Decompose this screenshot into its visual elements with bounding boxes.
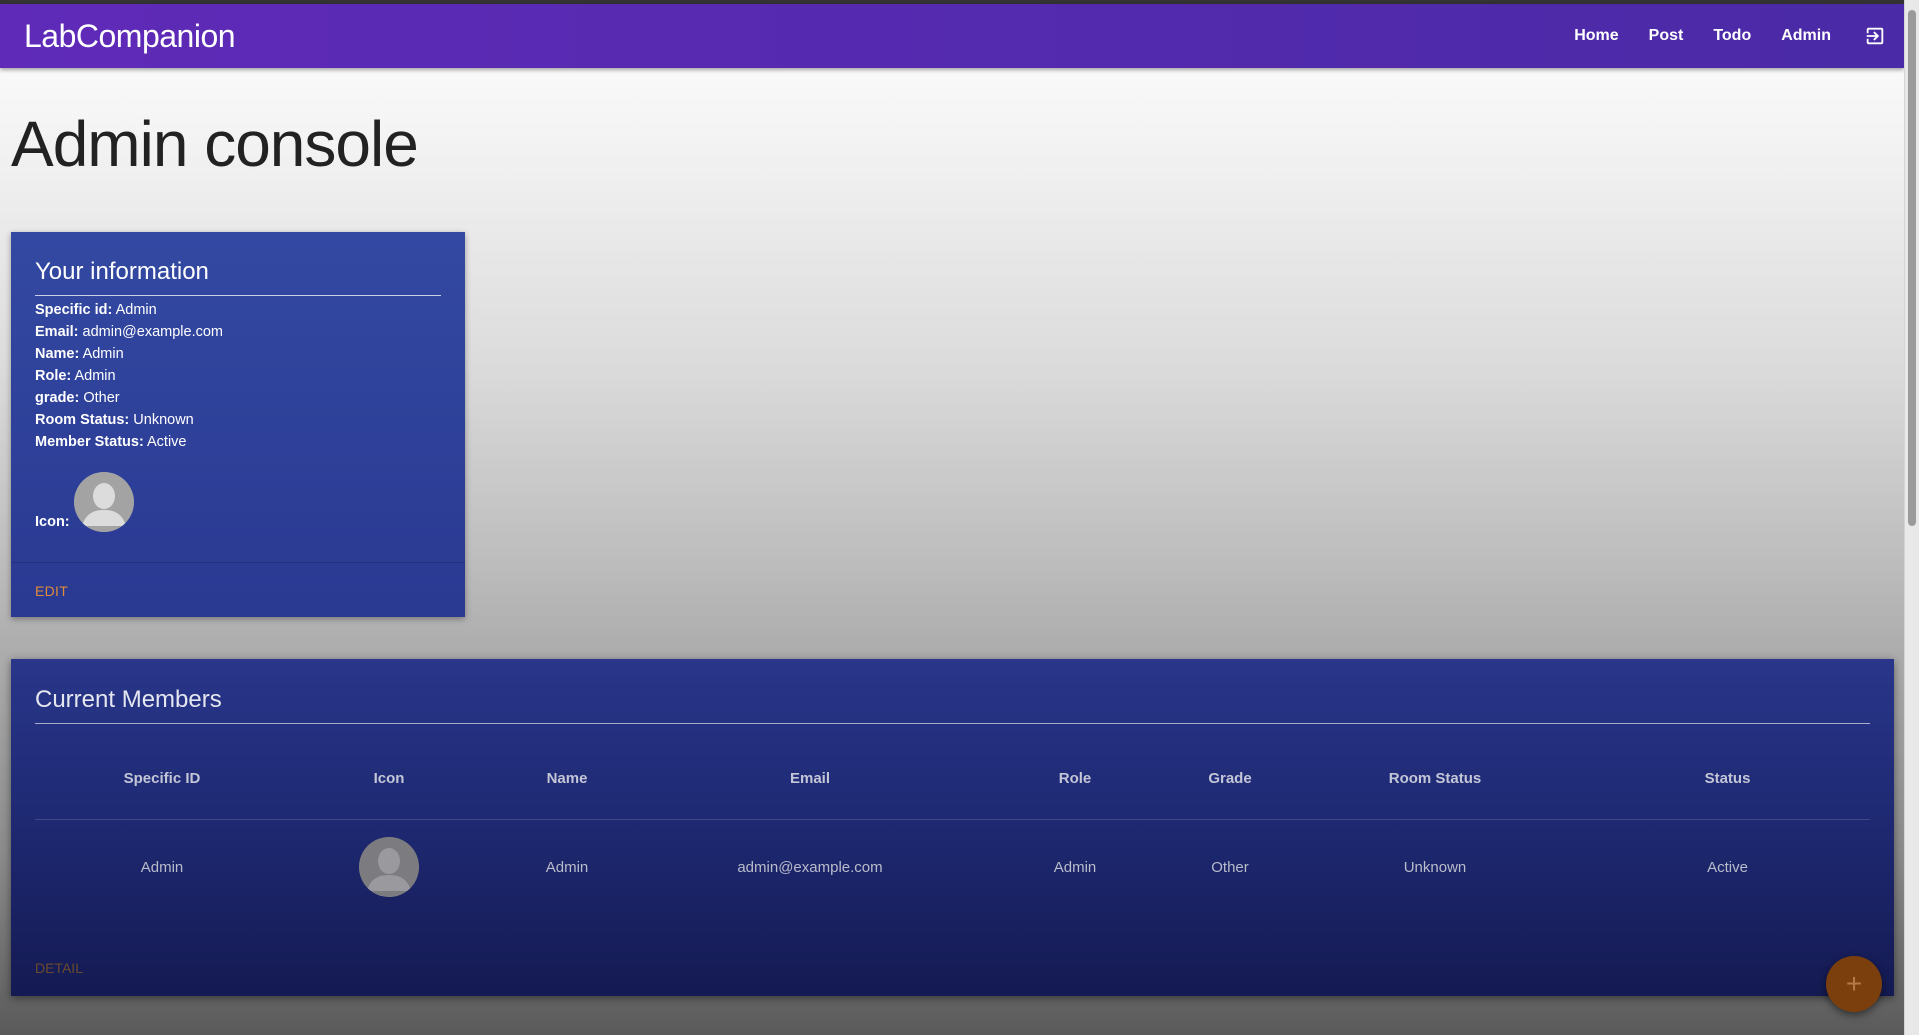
- plus-icon: +: [1845, 968, 1863, 999]
- info-row-member-status: Member Status: Active: [35, 434, 187, 450]
- col-header-icon[interactable]: Icon: [289, 739, 489, 820]
- logout-icon: [1866, 27, 1884, 45]
- card-divider: [35, 295, 441, 296]
- info-row-role: Role: Admin: [35, 368, 116, 384]
- nav-link-post[interactable]: Post: [1634, 27, 1699, 45]
- page-scrollbar[interactable]: [1904, 0, 1919, 1035]
- nav-links: Home Post Todo Admin: [1559, 4, 1904, 68]
- current-members-card: Current Members Specific ID Icon Name Em…: [11, 659, 1894, 996]
- card-actions: EDIT: [11, 562, 465, 617]
- nav-link-admin[interactable]: Admin: [1766, 27, 1846, 45]
- info-row-name: Name: Admin: [35, 346, 124, 362]
- col-header-room-status[interactable]: Room Status: [1285, 739, 1585, 820]
- add-fab-button[interactable]: +: [1826, 956, 1882, 1012]
- icon-row: Icon:: [35, 472, 134, 532]
- nav-link-home[interactable]: Home: [1559, 27, 1633, 45]
- info-row-specific-id: Specific id: Admin: [35, 302, 157, 318]
- members-title: Current Members: [35, 686, 222, 713]
- avatar-icon: [73, 472, 134, 532]
- cell-name: Admin: [545, 858, 589, 876]
- detail-button[interactable]: DETAIL: [35, 960, 83, 976]
- navbar: LabCompanion Home Post Todo Admin: [0, 4, 1904, 68]
- member-avatar-icon: [359, 837, 419, 898]
- col-header-name[interactable]: Name: [489, 739, 645, 820]
- icon-label: Icon:: [35, 514, 70, 530]
- scrollbar-thumb[interactable]: [1908, 10, 1916, 526]
- cell-status: Active: [1707, 858, 1748, 876]
- brand-logo[interactable]: LabCompanion: [24, 18, 236, 55]
- your-information-card: Your information Specific id: Admin Emai…: [11, 232, 465, 617]
- info-row-email: Email: admin@example.com: [35, 324, 223, 340]
- logout-button[interactable]: [1846, 4, 1904, 68]
- col-header-status[interactable]: Status: [1585, 739, 1870, 820]
- col-header-grade[interactable]: Grade: [1175, 739, 1285, 820]
- table-header-row: Specific ID Icon Name Email Role Grade R…: [35, 739, 1870, 820]
- cell-role: Admin: [1053, 858, 1097, 876]
- col-header-role[interactable]: Role: [975, 739, 1175, 820]
- page-title: Admin console: [11, 108, 419, 180]
- info-row-room-status: Room Status: Unknown: [35, 412, 194, 428]
- cell-icon: [289, 819, 489, 915]
- col-header-email[interactable]: Email: [645, 739, 975, 820]
- cell-specific-id: Admin: [140, 858, 184, 876]
- info-row-grade: grade: Other: [35, 390, 120, 406]
- cell-email: admin@example.com: [737, 858, 883, 876]
- members-divider: [35, 723, 1870, 724]
- cell-room-status: Unknown: [1403, 858, 1467, 876]
- info-list: Specific id: Admin Email: admin@example.…: [35, 299, 223, 453]
- table-row[interactable]: Admin Admin admin@example.com Admin Othe…: [35, 819, 1870, 915]
- members-table: Specific ID Icon Name Email Role Grade R…: [35, 739, 1870, 915]
- cell-grade: Other: [1211, 858, 1249, 876]
- col-header-specific-id[interactable]: Specific ID: [35, 739, 289, 820]
- card-title: Your information: [35, 258, 209, 285]
- nav-link-todo[interactable]: Todo: [1698, 27, 1766, 45]
- edit-button[interactable]: EDIT: [35, 583, 68, 599]
